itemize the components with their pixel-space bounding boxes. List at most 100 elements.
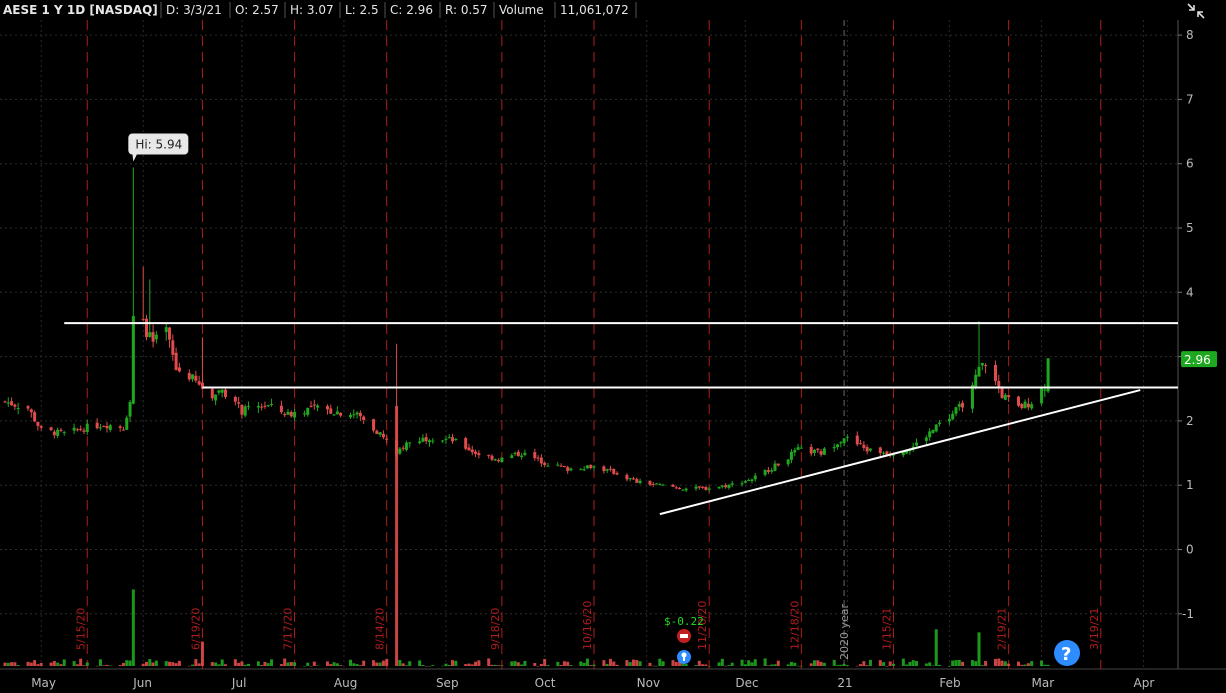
candle-body bbox=[931, 430, 935, 433]
volume-bar bbox=[477, 660, 481, 666]
candle-body bbox=[174, 352, 178, 371]
volume-bar bbox=[427, 665, 431, 667]
volume-bar bbox=[832, 659, 836, 666]
candle-body bbox=[513, 452, 517, 455]
volume-bar bbox=[520, 664, 524, 666]
volume-bar bbox=[447, 665, 451, 666]
volume-bar bbox=[33, 660, 37, 666]
volume-bar bbox=[793, 662, 797, 666]
help-icon[interactable]: ? bbox=[1054, 640, 1080, 666]
volume-bar bbox=[747, 660, 751, 666]
volume-bar bbox=[385, 658, 389, 666]
volume-bar bbox=[707, 665, 711, 667]
candle-body bbox=[1040, 388, 1044, 404]
candle-body bbox=[793, 450, 797, 453]
volume-bar bbox=[1003, 661, 1007, 666]
candle-body bbox=[39, 426, 43, 428]
volume-bar bbox=[819, 661, 823, 666]
volume-bar bbox=[1046, 664, 1050, 666]
candle-body bbox=[240, 404, 244, 415]
candle-body bbox=[980, 362, 984, 366]
candle-body bbox=[901, 452, 905, 456]
candle-body bbox=[569, 468, 573, 471]
candle-body bbox=[444, 438, 448, 440]
volume-bar bbox=[638, 661, 642, 666]
candle-body bbox=[753, 475, 757, 480]
volume-bar bbox=[865, 665, 869, 666]
stock-chart[interactable]: 2020 year 5/15/20 6/19/20 7/17/20 8/14/20 9/… bbox=[0, 0, 1226, 693]
candle-body bbox=[1030, 404, 1034, 409]
candle-body bbox=[424, 437, 428, 442]
candle-body bbox=[441, 440, 445, 442]
candle-body bbox=[717, 486, 721, 489]
volume-bar bbox=[868, 659, 872, 666]
price-tick-label: 8 bbox=[1186, 28, 1194, 42]
candle-body bbox=[556, 464, 560, 466]
symbol-label[interactable]: AESE 1 Y 1D [NASDAQ] bbox=[3, 3, 158, 17]
candle-body bbox=[957, 404, 961, 407]
volume-bar bbox=[605, 663, 609, 666]
volume-bar bbox=[984, 661, 988, 666]
volume-bar bbox=[1026, 663, 1030, 666]
candle-body bbox=[154, 334, 158, 340]
candle-body bbox=[720, 485, 724, 487]
volume-bar bbox=[655, 665, 659, 667]
candle-body bbox=[470, 449, 474, 453]
candle-body bbox=[796, 447, 800, 450]
volume-bar bbox=[329, 664, 333, 666]
candle-body bbox=[763, 469, 767, 475]
candle-body bbox=[404, 442, 408, 450]
volume-bar bbox=[424, 665, 428, 667]
month-label: 21 bbox=[837, 676, 852, 690]
candle-body bbox=[243, 406, 247, 416]
volume-bar bbox=[770, 664, 774, 666]
candle-body bbox=[523, 452, 527, 455]
volume-bar bbox=[10, 662, 14, 666]
candle-body bbox=[546, 465, 550, 467]
volume-bar bbox=[223, 664, 227, 666]
volume-bar bbox=[589, 665, 593, 666]
candle-body bbox=[533, 452, 537, 459]
volume-bar bbox=[632, 659, 636, 666]
volume-bar bbox=[753, 659, 757, 666]
volume-bar bbox=[914, 661, 918, 666]
volume-bar bbox=[592, 664, 596, 666]
candle-body bbox=[730, 483, 734, 485]
candle-body bbox=[375, 430, 379, 435]
candle-body bbox=[362, 416, 366, 421]
volume-bar bbox=[187, 665, 191, 667]
candle-body bbox=[1026, 403, 1030, 408]
candle-body bbox=[984, 365, 988, 367]
volume-bar bbox=[497, 665, 501, 666]
date-label: D: 3/3/21 bbox=[166, 3, 222, 17]
candle-body bbox=[270, 403, 274, 405]
candle-body bbox=[349, 414, 353, 418]
candle-body bbox=[539, 457, 543, 464]
event-date-label: 7/17/20 bbox=[282, 608, 295, 650]
volume-bar bbox=[773, 664, 777, 666]
candle-body bbox=[974, 374, 978, 388]
candle-body bbox=[605, 469, 609, 471]
volume-bar bbox=[585, 658, 589, 666]
candle-body bbox=[33, 412, 37, 422]
volume-bar bbox=[684, 663, 688, 666]
volume-bar bbox=[556, 661, 560, 666]
volume-bar bbox=[293, 662, 297, 666]
volume-bar bbox=[954, 660, 958, 666]
candle-body bbox=[451, 437, 455, 442]
candle-body bbox=[559, 465, 563, 467]
volume-bar bbox=[1000, 660, 1004, 666]
candle-body bbox=[859, 443, 863, 445]
quote-header: AESE 1 Y 1D [NASDAQ] D: 3/3/21 O: 2.57 H… bbox=[0, 0, 640, 20]
volume-bar bbox=[974, 661, 978, 666]
volume-bar bbox=[658, 658, 662, 666]
candle-body bbox=[59, 429, 63, 431]
volume-bar bbox=[625, 660, 629, 666]
volume-bar bbox=[247, 663, 251, 666]
volume-bar bbox=[740, 659, 744, 666]
candle-body bbox=[125, 417, 129, 430]
candle-body bbox=[332, 414, 336, 416]
candle-body bbox=[105, 426, 109, 429]
volume-bar bbox=[401, 663, 405, 666]
volume-bar bbox=[375, 662, 379, 666]
